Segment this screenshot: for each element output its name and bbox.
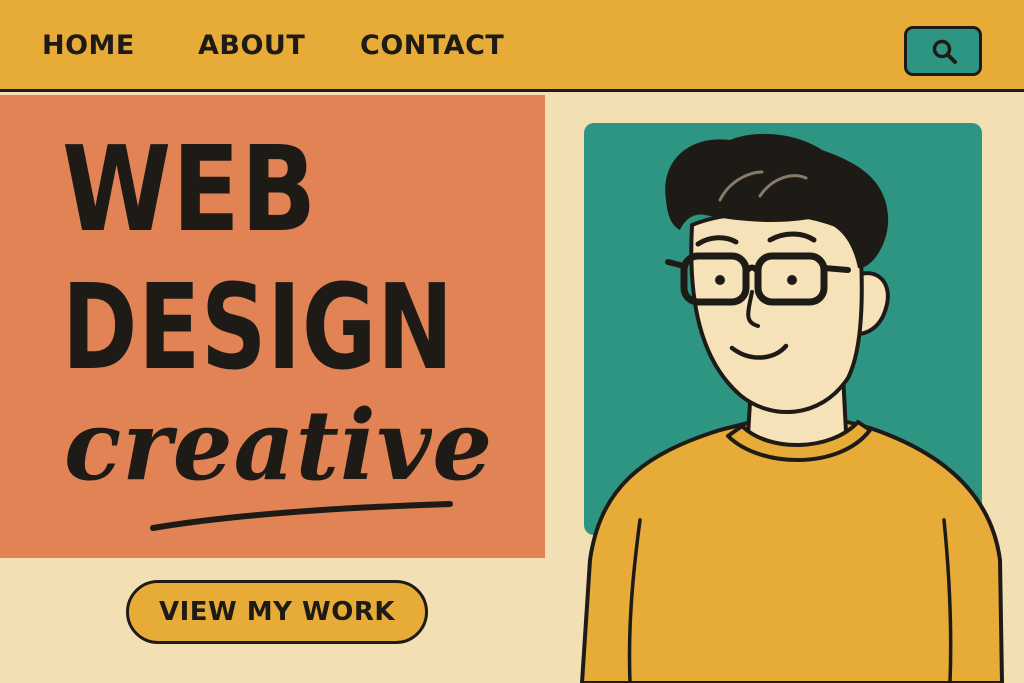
face bbox=[689, 211, 864, 414]
man-with-glasses-illustration bbox=[580, 133, 1004, 683]
